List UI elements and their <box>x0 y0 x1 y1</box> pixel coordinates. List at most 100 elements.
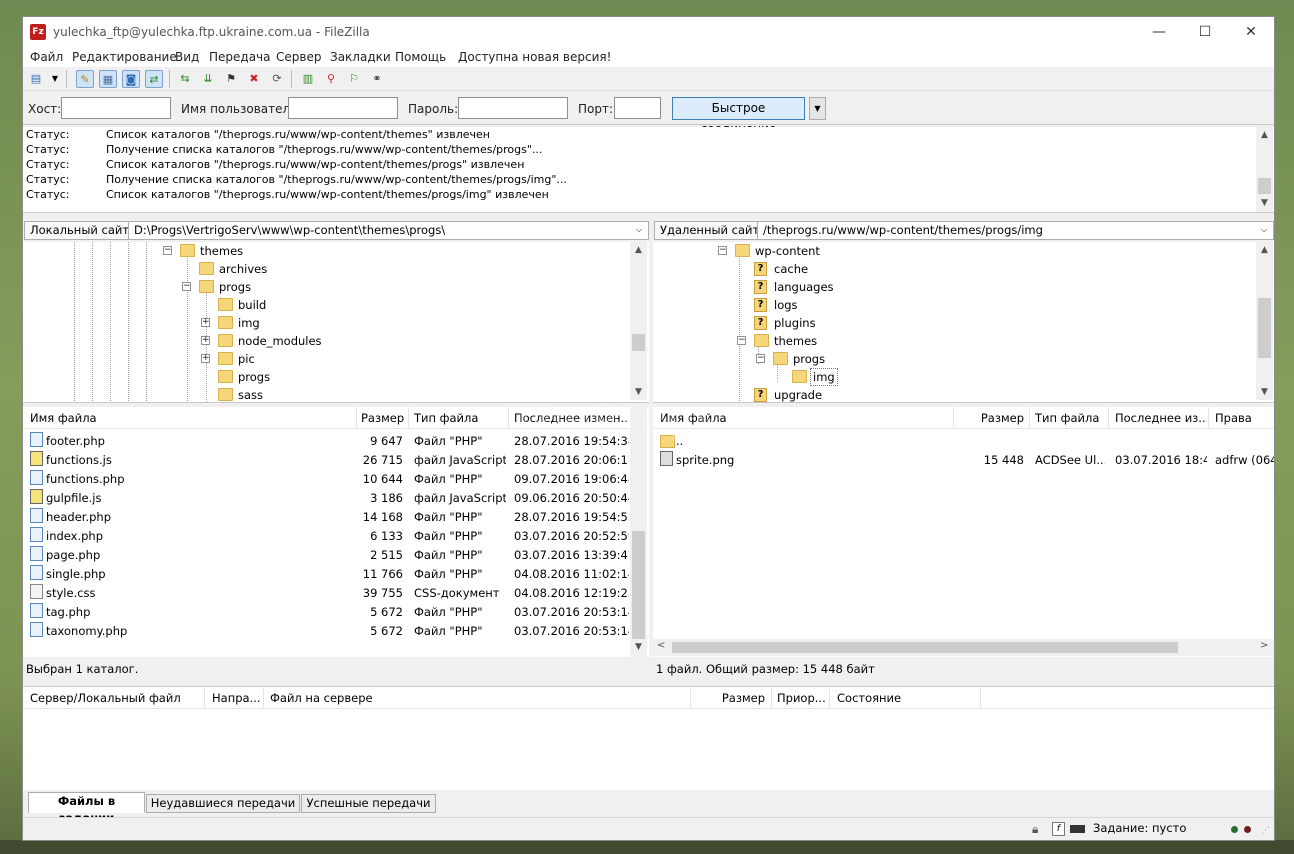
tab-failed-transfers[interactable]: Неудавшиеся передачи <box>146 794 300 813</box>
tab-queued-files[interactable]: Файлы в задании <box>28 792 145 825</box>
menu-server[interactable]: Сервер <box>276 50 321 64</box>
local-files-scrollbar[interactable]: ▼ <box>630 407 647 657</box>
queue-column-remote-file[interactable]: Файл на сервере <box>270 687 373 709</box>
column-divider[interactable] <box>356 407 357 429</box>
scroll-left-icon[interactable]: < <box>657 640 665 651</box>
process-queue-icon[interactable]: ⇊ <box>199 70 217 88</box>
menu-bookmarks[interactable]: Закладки <box>330 50 391 64</box>
quickconnect-button[interactable]: Быстрое соединение <box>672 97 805 136</box>
menu-transfer[interactable]: Передача <box>209 50 271 64</box>
resize-grip-icon[interactable]: ⋰ <box>1261 826 1270 836</box>
scroll-down-icon[interactable]: ▼ <box>630 384 647 400</box>
local-path-input[interactable]: D:\Progs\VertrigoServ\www\wp-content\the… <box>128 221 649 240</box>
disconnect-icon[interactable]: ✖ <box>245 70 263 88</box>
close-button[interactable]: ✕ <box>1228 17 1274 47</box>
collapse-icon[interactable]: − <box>163 246 172 255</box>
scroll-up-icon[interactable] <box>630 407 647 423</box>
column-type-header[interactable]: Тип файла <box>414 407 478 429</box>
refresh-icon[interactable]: ⇆ <box>176 70 194 88</box>
column-name-header[interactable]: Имя файла <box>660 407 727 429</box>
expand-icon[interactable]: + <box>201 336 210 345</box>
local-file-row[interactable]: functions.js 26 715 файл JavaScript 28.07.2… <box>23 451 630 470</box>
maximize-button[interactable]: ☐ <box>1182 17 1228 47</box>
remote-file-row[interactable]: sprite.png 15 448 ACDSee Ul... 03.07.2016 1… <box>653 451 1274 470</box>
reconnect-icon[interactable]: ⟳ <box>268 70 286 88</box>
column-divider[interactable] <box>1108 407 1109 429</box>
port-input[interactable] <box>614 97 661 119</box>
column-divider[interactable] <box>1208 407 1209 429</box>
search-remote-files-icon[interactable]: ⚭ <box>368 70 386 88</box>
local-file-row[interactable]: index.php 6 133 Файл "PHP" 03.07.2016 20:52… <box>23 527 630 546</box>
column-divider[interactable] <box>508 407 509 429</box>
menu-view[interactable]: Вид <box>175 50 199 64</box>
column-modified-header[interactable]: Последнее из... <box>1115 407 1207 429</box>
menu-file[interactable]: Файл <box>30 50 63 64</box>
scroll-down-icon[interactable]: ▼ <box>1256 384 1273 400</box>
collapse-icon[interactable]: − <box>718 246 727 255</box>
queue-column-server-local-file[interactable]: Сервер/Локальный файл <box>30 687 181 709</box>
column-divider[interactable] <box>829 687 830 709</box>
scrollbar-thumb[interactable] <box>632 531 645 639</box>
scroll-right-icon[interactable]: > <box>1260 640 1268 651</box>
synchronized-browsing-icon[interactable]: ⚐ <box>345 70 363 88</box>
column-divider[interactable] <box>263 687 264 709</box>
column-modified-header[interactable]: Последнее измен... <box>514 407 628 429</box>
tab-successful-transfers[interactable]: Успешные передачи <box>301 794 436 813</box>
password-input[interactable] <box>458 97 568 119</box>
scrollbar-thumb[interactable] <box>672 642 1178 653</box>
column-name-header[interactable]: Имя файла <box>30 407 97 429</box>
remote-tree-scrollbar[interactable]: ▲ ▼ <box>1256 242 1273 400</box>
scroll-up-icon[interactable]: ▲ <box>630 242 647 258</box>
scroll-up-icon[interactable]: ▲ <box>1256 127 1273 143</box>
column-divider[interactable] <box>953 407 954 429</box>
local-file-row[interactable]: functions.php 10 644 Файл "PHP" 09.07.2016 … <box>23 470 630 489</box>
local-file-row[interactable]: taxonomy.php 5 672 Файл "PHP" 03.07.2016 20… <box>23 622 630 641</box>
toggle-remote-tree-icon[interactable]: ◙ <box>122 70 140 88</box>
menu-help[interactable]: Помощь <box>395 50 446 64</box>
queue-column-status[interactable]: Состояние <box>837 687 901 709</box>
toggle-local-tree-icon[interactable]: ▦ <box>99 70 117 88</box>
filter-icon[interactable]: f <box>1052 822 1065 836</box>
column-size-header[interactable]: Размер <box>361 407 404 429</box>
expand-icon[interactable]: + <box>201 318 210 327</box>
username-input[interactable] <box>288 97 398 119</box>
scroll-down-icon[interactable]: ▼ <box>630 639 647 655</box>
local-file-row[interactable]: header.php 14 168 Файл "PHP" 28.07.2016 19:… <box>23 508 630 527</box>
column-divider[interactable] <box>1029 407 1030 429</box>
scroll-down-icon[interactable]: ▼ <box>1256 195 1273 211</box>
local-path-dropdown-icon[interactable]: ⌵ <box>631 221 647 240</box>
local-file-row[interactable]: gulpfile.js 3 186 файл JavaScript 09.06.201… <box>23 489 630 508</box>
collapse-icon[interactable]: − <box>756 354 765 363</box>
minimize-button[interactable]: — <box>1136 17 1182 47</box>
local-file-row[interactable]: style.css 39 755 CSS-документ 04.08.2016 12… <box>23 584 630 603</box>
toggle-log-icon[interactable]: ✎ <box>76 70 94 88</box>
menu-new-version[interactable]: Доступна новая версия! <box>458 50 611 64</box>
log-scrollbar[interactable]: ▲ ▼ <box>1256 127 1273 212</box>
column-divider[interactable] <box>408 407 409 429</box>
local-file-row[interactable]: tag.php 5 672 Файл "PHP" 03.07.2016 20:53:1… <box>23 603 630 622</box>
host-input[interactable] <box>61 97 171 119</box>
scrollbar-thumb[interactable] <box>632 334 645 351</box>
remote-file-row[interactable]: .. <box>653 432 1256 451</box>
toggle-comparison-icon[interactable]: ⚲ <box>322 70 340 88</box>
queue-column-size[interactable]: Размер <box>695 687 765 709</box>
expand-icon[interactable]: + <box>201 354 210 363</box>
column-divider[interactable] <box>980 687 981 709</box>
scrollbar-thumb[interactable] <box>1258 298 1271 358</box>
remote-horizontal-scrollbar[interactable]: < > <box>653 639 1274 656</box>
column-permissions-header[interactable]: Права <box>1215 407 1252 429</box>
local-file-row[interactable]: page.php 2 515 Файл "PHP" 03.07.2016 13:39:… <box>23 546 630 565</box>
scrollbar-thumb[interactable] <box>1258 178 1271 194</box>
site-manager-dropdown-icon[interactable]: ▼ <box>49 70 61 88</box>
column-type-header[interactable]: Тип файла <box>1035 407 1099 429</box>
scroll-up-icon[interactable]: ▲ <box>1256 242 1273 258</box>
menu-edit[interactable]: Редактирование <box>72 50 177 64</box>
collapse-icon[interactable]: − <box>737 336 746 345</box>
remote-path-dropdown-icon[interactable]: ⌵ <box>1256 221 1272 240</box>
remote-path-input[interactable]: /theprogs.ru/www/wp-content/themes/progs… <box>757 221 1274 240</box>
binary-transfer-icon[interactable] <box>1070 825 1085 833</box>
queue-column-priority[interactable]: Приор... <box>777 687 826 709</box>
local-tree-scrollbar[interactable]: ▲ ▼ <box>630 242 647 400</box>
toggle-queue-icon[interactable]: ⇄ <box>145 70 163 88</box>
directory-listing-filters-icon[interactable]: ▥ <box>299 70 317 88</box>
